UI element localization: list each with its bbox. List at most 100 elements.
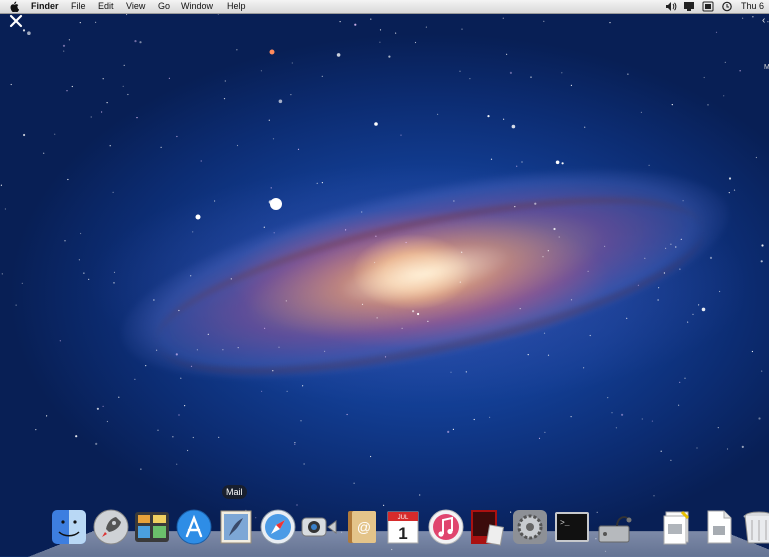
- star: [11, 84, 12, 85]
- star: [264, 328, 265, 329]
- star: [375, 236, 376, 237]
- star: [193, 437, 194, 438]
- star: [304, 463, 305, 464]
- battery-icon[interactable]: [702, 1, 714, 12]
- calendar-icon: JUL 1: [384, 508, 422, 546]
- star: [237, 145, 238, 146]
- dock-item-launchpad[interactable]: [92, 508, 130, 546]
- menu-go[interactable]: Go: [158, 0, 170, 13]
- star: [190, 275, 191, 276]
- dock-item-terminal[interactable]: >_: [553, 508, 591, 546]
- star: [528, 354, 529, 355]
- dock-item-system-preferences[interactable]: [511, 508, 549, 546]
- menu-bar: Finder File Edit View Go Window Help Thu…: [0, 0, 769, 14]
- star: [460, 282, 461, 283]
- menu-edit[interactable]: Edit: [98, 0, 114, 13]
- finder-icon: [50, 508, 88, 546]
- dock-item-document[interactable]: [700, 508, 738, 546]
- star: [269, 120, 270, 121]
- menu-finder[interactable]: Finder: [31, 0, 59, 13]
- star: [63, 51, 64, 52]
- dock-item-mail[interactable]: [217, 508, 255, 546]
- star: [734, 190, 735, 191]
- dock-item-address-book[interactable]: @: [343, 508, 381, 546]
- star: [658, 299, 659, 300]
- dock-item-stack[interactable]: [658, 508, 696, 546]
- star: [590, 335, 591, 336]
- time-machine-icon[interactable]: [721, 1, 733, 12]
- dock-item-finder[interactable]: [50, 508, 88, 546]
- starfield: [0, 14, 769, 556]
- star: [469, 78, 470, 79]
- apple-menu-icon[interactable]: [9, 1, 19, 12]
- star: [716, 32, 717, 33]
- star: [571, 85, 572, 86]
- dock-item-mission-control[interactable]: [133, 508, 171, 546]
- close-icon[interactable]: [8, 13, 24, 29]
- photo-booth-icon: [468, 508, 506, 546]
- dock-item-safari[interactable]: [259, 508, 297, 546]
- star: [97, 408, 99, 410]
- star: [752, 351, 753, 352]
- star: [126, 14, 127, 15]
- star: [298, 149, 299, 150]
- star: [707, 104, 708, 105]
- dock-item-disk-utility[interactable]: [595, 508, 633, 546]
- bright-star: [270, 198, 282, 210]
- dock-item-facetime[interactable]: [300, 508, 338, 546]
- dock-item-itunes[interactable]: [427, 508, 465, 546]
- disk-utility-icon: [595, 508, 633, 546]
- itunes-icon: [427, 508, 465, 546]
- menu-file[interactable]: File: [71, 0, 86, 13]
- star: [64, 240, 65, 241]
- star: [236, 49, 237, 50]
- star: [437, 114, 438, 115]
- terminal-prompt: >_: [560, 519, 570, 528]
- document-icon: [700, 508, 738, 546]
- dock-item-app-store[interactable]: [175, 508, 213, 546]
- star: [22, 283, 23, 284]
- star: [184, 405, 185, 406]
- star: [740, 70, 741, 71]
- star: [274, 232, 275, 233]
- star: [374, 262, 375, 263]
- star: [123, 86, 124, 87]
- star: [670, 460, 671, 461]
- dock-item-trash[interactable]: [740, 508, 769, 546]
- app-store-icon: [175, 508, 213, 546]
- star: [761, 244, 763, 246]
- star: [225, 80, 226, 81]
- menu-help[interactable]: Help: [227, 0, 246, 13]
- star: [512, 125, 516, 129]
- star: [415, 42, 416, 43]
- star: [197, 349, 198, 350]
- menu-window[interactable]: Window: [181, 0, 213, 13]
- dock-item-calendar[interactable]: JUL 1: [384, 508, 422, 546]
- address-book-icon: @: [343, 508, 381, 546]
- display-icon[interactable]: [683, 1, 695, 12]
- star: [664, 272, 665, 273]
- star: [767, 21, 768, 22]
- chevron-left-icon[interactable]: ‹: [762, 15, 765, 26]
- star: [178, 310, 179, 311]
- star: [561, 72, 562, 73]
- volume-icon[interactable]: [665, 1, 677, 12]
- star: [113, 192, 114, 193]
- dock-item-photo-booth[interactable]: [468, 508, 506, 546]
- star: [652, 421, 653, 422]
- star: [383, 505, 384, 506]
- star: [110, 145, 111, 146]
- star: [583, 367, 584, 368]
- star: [43, 153, 44, 154]
- menu-clock[interactable]: Thu 6: [741, 0, 764, 13]
- bright-star: [196, 215, 201, 220]
- safari-icon: [259, 508, 297, 546]
- menu-view[interactable]: View: [126, 0, 145, 13]
- mission-control-icon: [133, 508, 171, 546]
- launchpad-icon: [92, 508, 130, 546]
- star: [514, 206, 515, 207]
- star: [101, 111, 102, 112]
- star: [134, 379, 135, 380]
- star: [723, 95, 724, 96]
- star: [604, 246, 605, 247]
